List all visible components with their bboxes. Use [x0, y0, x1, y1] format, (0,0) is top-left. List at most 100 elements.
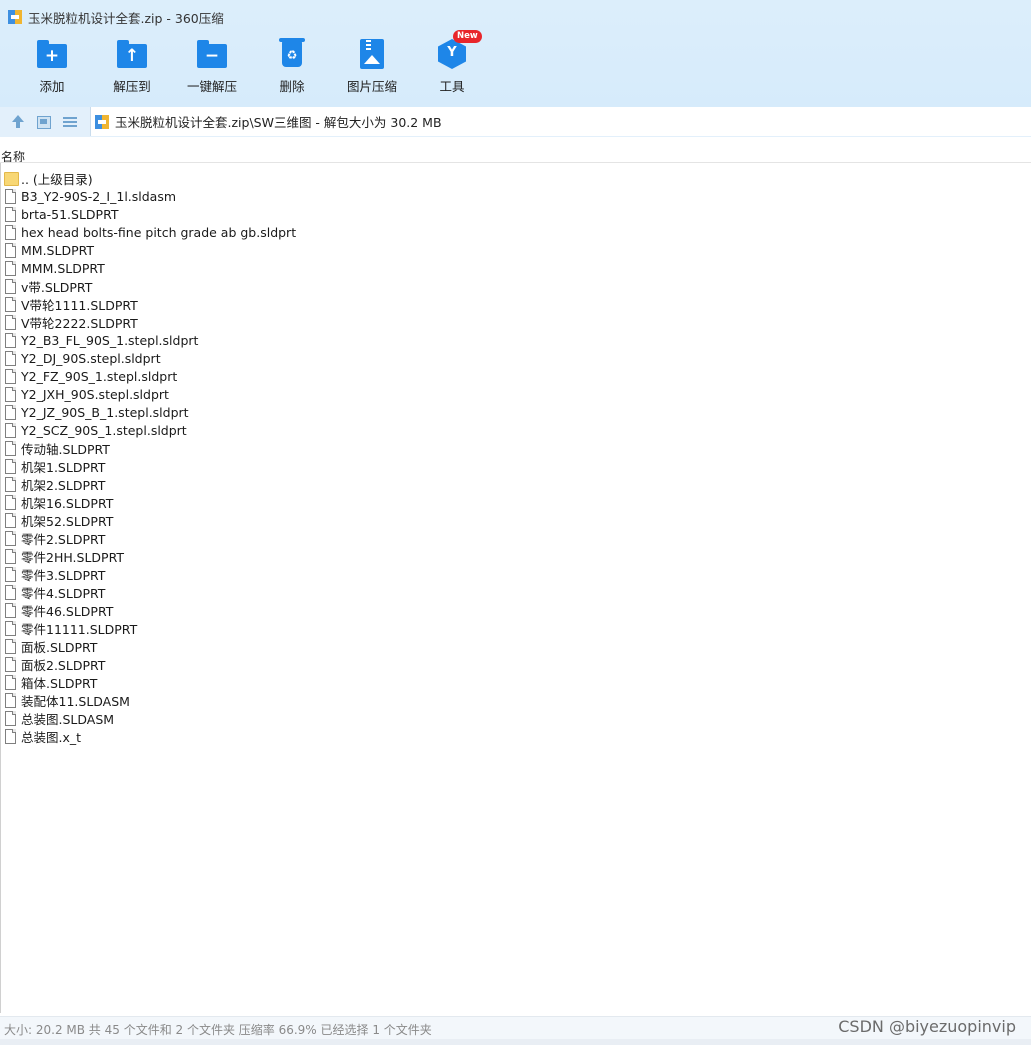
file-icon [5, 585, 16, 600]
file-icon [5, 351, 16, 366]
file-row[interactable]: Y2_B3_FL_90S_1.stepl.sldprt [0, 331, 1031, 349]
file-row[interactable]: 总装图.SLDASM [0, 709, 1031, 727]
file-name: 机架52.SLDPRT [21, 513, 114, 529]
tools-icon: Y New [435, 30, 482, 70]
up-level-icon[interactable] [10, 114, 26, 130]
file-row[interactable]: MM.SLDPRT [0, 241, 1031, 259]
file-name: Y2_SCZ_90S_1.stepl.sldprt [21, 422, 187, 438]
file-row[interactable]: 零件3.SLDPRT [0, 565, 1031, 583]
file-icon [5, 243, 16, 258]
file-name: v带.SLDPRT [21, 279, 93, 295]
file-name: V带轮2222.SLDPRT [21, 315, 138, 331]
file-name: 总装图.SLDASM [21, 711, 115, 727]
file-icon [5, 477, 16, 492]
archive-app-icon [8, 10, 22, 24]
file-name: V带轮1111.SLDPRT [21, 297, 138, 313]
navigation-bar: 玉米脱粒机设计全套.zip\SW三维图 - 解包大小为 30.2 MB [0, 107, 1031, 137]
list-view-icon[interactable] [62, 114, 78, 130]
file-icon [5, 441, 16, 456]
file-icon [5, 405, 16, 420]
file-name: 零件4.SLDPRT [21, 585, 106, 601]
file-row[interactable]: 箱体.SLDPRT [0, 673, 1031, 691]
image-compress-button[interactable]: 图片压缩 [332, 36, 412, 95]
file-list: .. (上级目录) B3_Y2-90S-2_I_1l.sldasm brta-51.… [0, 169, 1031, 745]
file-name: Y2_JZ_90S_B_1.stepl.sldprt [21, 404, 189, 420]
file-row[interactable]: 面板.SLDPRT [0, 637, 1031, 655]
file-row[interactable]: Y2_DJ_90S.stepl.sldprt [0, 349, 1031, 367]
parent-folder-row[interactable]: .. (上级目录) [0, 169, 1031, 187]
file-icon [5, 729, 16, 744]
file-name: 面板2.SLDPRT [21, 657, 106, 673]
file-name: 零件2.SLDPRT [21, 531, 106, 547]
column-header: 名称 [0, 145, 1031, 164]
file-name: Y2_B3_FL_90S_1.stepl.sldprt [21, 332, 199, 348]
file-row[interactable]: 零件4.SLDPRT [0, 583, 1031, 601]
file-row[interactable]: V带轮2222.SLDPRT [0, 313, 1031, 331]
file-row[interactable]: B3_Y2-90S-2_I_1l.sldasm [0, 187, 1031, 205]
file-icon [5, 459, 16, 474]
delete-label: 删除 [279, 79, 305, 94]
window-title: 玉米脱粒机设计全套.zip - 360压缩 [28, 10, 224, 26]
file-icon [5, 369, 16, 384]
file-name: Y2_DJ_90S.stepl.sldprt [21, 350, 161, 366]
file-row[interactable]: 零件2.SLDPRT [0, 529, 1031, 547]
file-row[interactable]: 装配体11.SLDASM [0, 691, 1031, 709]
file-row[interactable]: v带.SLDPRT [0, 277, 1031, 295]
watermark-text: CSDN @biyezuopinvip [838, 1017, 1016, 1036]
file-row[interactable]: MMM.SLDPRT [0, 259, 1031, 277]
extract-to-label: 解压到 [113, 79, 151, 94]
image-compress-label: 图片压缩 [346, 79, 397, 94]
extract-to-button[interactable]: ↑ 解压到 [92, 36, 172, 95]
add-folder-icon: + [35, 36, 69, 70]
address-bar[interactable]: 玉米脱粒机设计全套.zip\SW三维图 - 解包大小为 30.2 MB [90, 107, 1031, 136]
thumbnail-view-icon[interactable] [36, 114, 52, 130]
file-name: Y2_FZ_90S_1.stepl.sldprt [21, 368, 178, 384]
status-text: 大小: 20.2 MB 共 45 个文件和 2 个文件夹 压缩率 66.9% 已… [4, 1023, 432, 1037]
file-name: 零件2HH.SLDPRT [21, 549, 124, 565]
file-icon [5, 711, 16, 726]
file-icon [5, 423, 16, 438]
file-row[interactable]: brta-51.SLDPRT [0, 205, 1031, 223]
file-name: 机架2.SLDPRT [21, 477, 106, 493]
file-row[interactable]: 传动轴.SLDPRT [0, 439, 1031, 457]
file-row[interactable]: 面板2.SLDPRT [0, 655, 1031, 673]
file-icon [5, 207, 16, 222]
file-row[interactable]: hex head bolts-fine pitch grade ab gb.sl… [0, 223, 1031, 241]
add-button[interactable]: + 添加 [12, 36, 92, 95]
file-name: 零件3.SLDPRT [21, 567, 106, 583]
one-click-extract-icon: − [195, 36, 229, 70]
file-row[interactable]: 总装图.x_t [0, 727, 1031, 745]
file-row[interactable]: 机架16.SLDPRT [0, 493, 1031, 511]
file-row[interactable]: Y2_JXH_90S.stepl.sldprt [0, 385, 1031, 403]
file-icon [5, 657, 16, 672]
file-icon [5, 279, 16, 294]
file-row[interactable]: Y2_FZ_90S_1.stepl.sldprt [0, 367, 1031, 385]
file-row[interactable]: 机架52.SLDPRT [0, 511, 1031, 529]
file-icon [5, 513, 16, 528]
file-row[interactable]: Y2_JZ_90S_B_1.stepl.sldprt [0, 403, 1031, 421]
file-name: 总装图.x_t [21, 729, 82, 745]
file-row[interactable]: 机架2.SLDPRT [0, 475, 1031, 493]
file-name: Y2_JXH_90S.stepl.sldprt [21, 386, 169, 402]
delete-button[interactable]: ♻ 删除 [252, 36, 332, 95]
recycle-bin-icon: ♻ [275, 36, 309, 70]
file-row[interactable]: 零件11111.SLDPRT [0, 619, 1031, 637]
file-name: B3_Y2-90S-2_I_1l.sldasm [21, 188, 177, 204]
one-click-extract-button[interactable]: − 一键解压 [172, 36, 252, 95]
title-toolbar-area: 玉米脱粒机设计全套.zip - 360压缩 + 添加 ↑ 解压到 − 一键解压 [0, 0, 1031, 107]
file-row[interactable]: 零件2HH.SLDPRT [0, 547, 1031, 565]
address-path: 玉米脱粒机设计全套.zip\SW三维图 - 解包大小为 30.2 MB [115, 115, 442, 130]
file-row[interactable]: 零件46.SLDPRT [0, 601, 1031, 619]
file-icon [5, 693, 16, 708]
file-name: MM.SLDPRT [21, 242, 95, 258]
file-row[interactable]: V带轮1111.SLDPRT [0, 295, 1031, 313]
add-button-label: 添加 [39, 79, 65, 94]
file-row[interactable]: Y2_SCZ_90S_1.stepl.sldprt [0, 421, 1031, 439]
file-name: 机架16.SLDPRT [21, 495, 114, 511]
tools-button[interactable]: Y New 工具 [412, 30, 492, 95]
file-name: .. (上级目录) [21, 171, 93, 187]
nav-buttons [10, 114, 88, 130]
file-icon [5, 531, 16, 546]
file-row[interactable]: 机架1.SLDPRT [0, 457, 1031, 475]
file-icon [5, 297, 16, 312]
